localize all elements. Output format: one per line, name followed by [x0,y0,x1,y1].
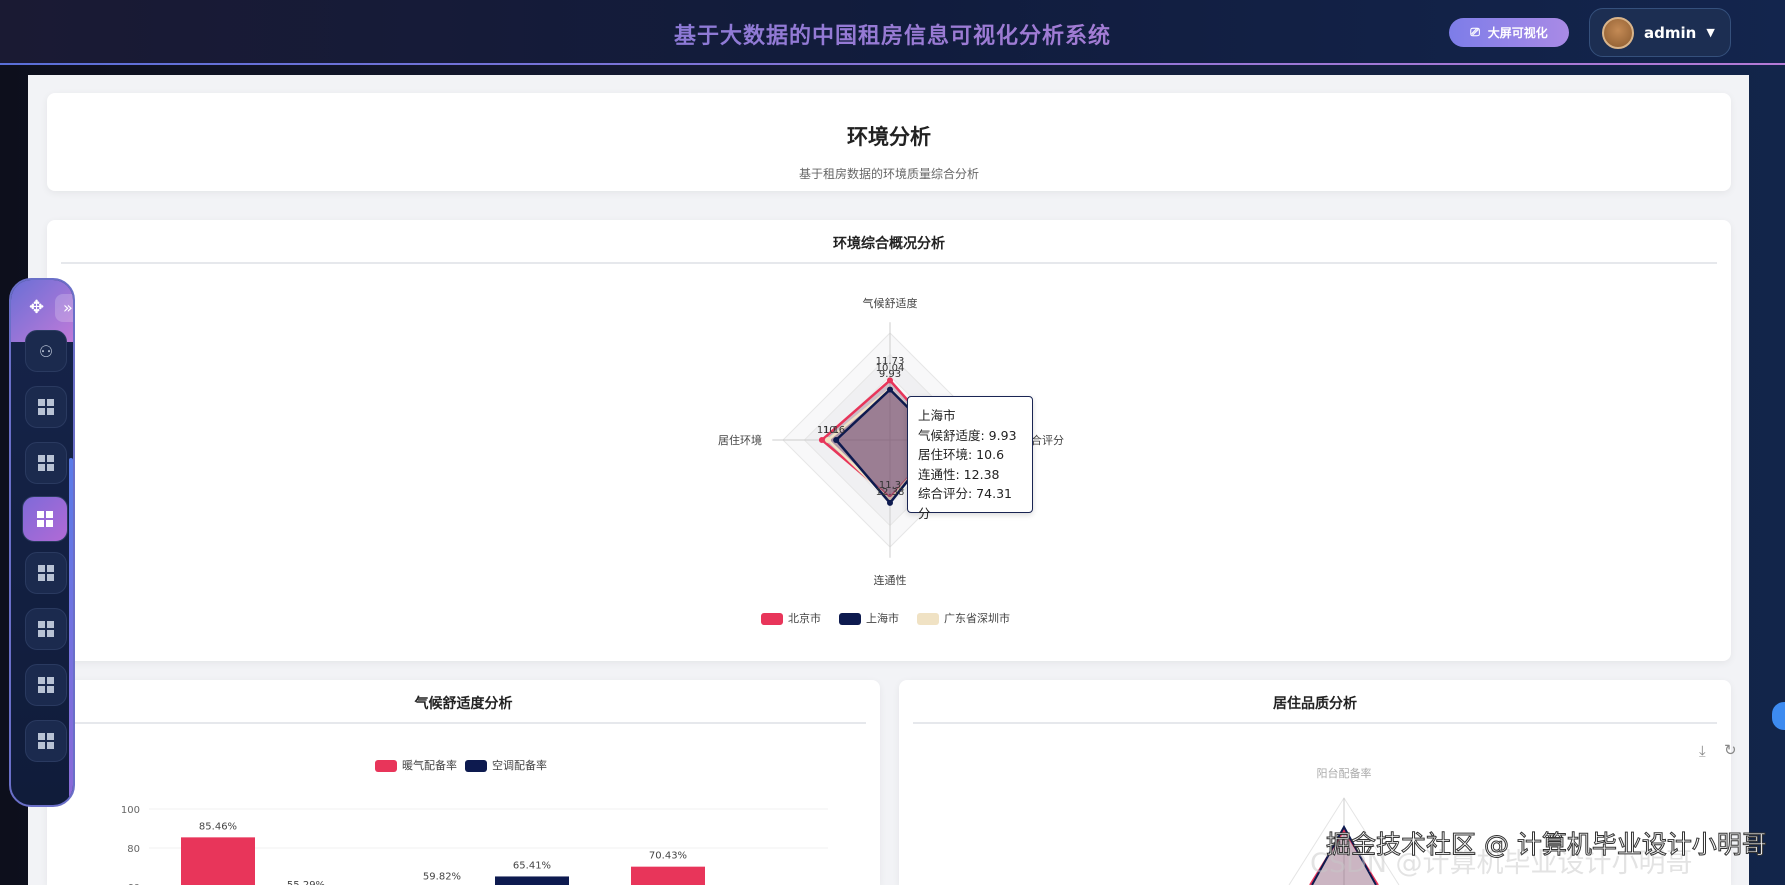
sidebar-scrollbar[interactable] [69,458,73,798]
bar-value-label: 55.29% [287,880,325,885]
bar-value-label: 65.41% [513,860,551,871]
bar-value-label: 59.82% [423,871,461,882]
sidebar-item-7[interactable] [25,720,67,762]
bar-value-label: 70.43% [649,851,687,862]
tooltip-line: 连通性: 12.38 [918,466,1000,482]
bar-空调配备率 [495,876,569,885]
climate-bar-chart: 100806085.46%59.82%70.43%55.29%65.41% [121,805,828,885]
sidebar-item-4[interactable] [25,552,67,594]
sidebar-item-environment[interactable] [22,496,68,542]
y-tick-label: 100 [121,805,140,816]
user-icon: ⚇ [38,341,54,361]
grid-icon [38,621,54,637]
watermark: 掘金技术社区 @ 计算机毕业设计小明哥 [1326,830,1768,860]
move-icon[interactable]: ✥ [29,297,44,318]
grid-icon [38,399,54,415]
floating-sidebar: ✥ » ⚇ [9,278,75,807]
sidebar-item-user[interactable]: ⚇ [25,330,67,372]
sidebar-item-1[interactable] [25,386,67,428]
y-tick-label: 80 [127,844,140,855]
collapse-tab[interactable] [1772,702,1785,730]
grid-icon [37,511,53,527]
bar-value-label: 85.46% [199,821,237,832]
bar-暖气配备率 [631,866,705,885]
tooltip-line: 综合评分: 74.31分 [918,486,1012,521]
radar-tooltip: 上海市 气候舒适度: 9.93 居住环境: 10.6 连通性: 12.38 综合… [907,396,1033,521]
tooltip-city: 上海市 [918,408,956,423]
tooltip-line: 居住环境: 10.6 [918,447,1005,462]
bar-暖气配备率 [181,837,255,885]
grid-icon [38,677,54,693]
tooltip-line: 气候舒适度: 9.93 [918,427,1017,443]
sidebar-item-5[interactable] [25,608,67,650]
grid-icon [38,565,54,581]
grid-icon [38,733,54,749]
expand-icon[interactable]: » [55,294,73,322]
sidebar-item-2[interactable] [25,442,67,484]
grid-icon [38,455,54,471]
legend-item-shenzhen[interactable]: 广东省深圳市 [917,610,1010,626]
sidebar-item-6[interactable] [25,664,67,706]
